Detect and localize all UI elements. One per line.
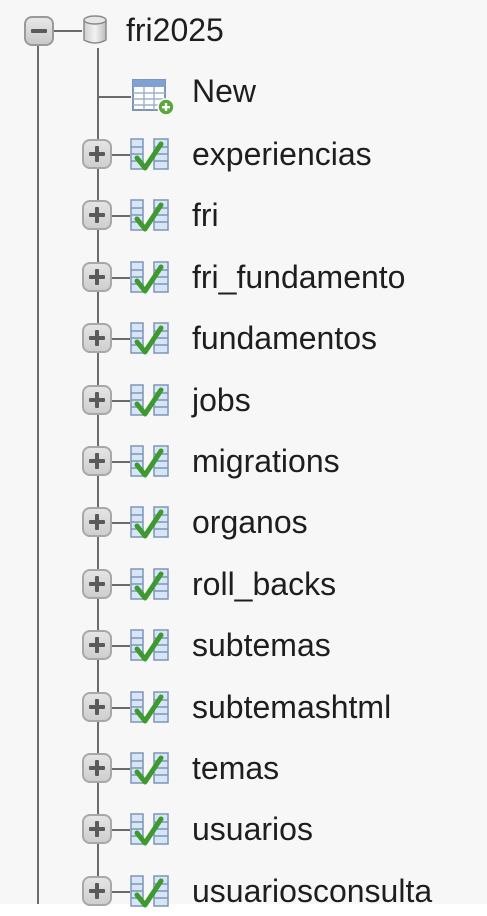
table-icon [130,813,169,846]
navigation-tree-panel: fri2025 New experiencias fri fri_fundament… [0,0,487,909]
tree-line [37,42,39,904]
table-icon [130,568,169,601]
new-table-icon [132,79,175,116]
table-name[interactable]: fri [192,197,219,234]
expand-toggle-icon[interactable] [82,323,112,353]
expand-toggle-icon[interactable] [82,507,112,537]
table-icon [130,138,169,171]
database-name[interactable]: fri2025 [126,12,224,49]
expand-toggle-icon[interactable] [82,262,112,292]
new-table-label[interactable]: New [192,73,256,110]
table-name[interactable]: organos [192,504,308,541]
table-name[interactable]: fundamentos [192,320,377,357]
database-icon [83,15,107,44]
expand-toggle-icon[interactable] [82,692,112,722]
table-name[interactable]: roll_backs [192,566,336,603]
table-icon [130,261,169,294]
expand-toggle-icon[interactable] [82,139,112,169]
table-name[interactable]: temas [192,750,279,787]
table-icon [130,445,169,478]
expand-toggle-icon[interactable] [82,200,112,230]
expand-toggle-icon[interactable] [82,385,112,415]
table-icon [130,199,169,232]
table-name[interactable]: migrations [192,443,340,480]
tree-line [99,96,131,98]
expand-toggle-icon[interactable] [82,569,112,599]
table-icon [130,629,169,662]
table-name[interactable]: jobs [192,382,251,419]
table-icon [130,691,169,724]
table-icon [130,506,169,539]
table-name[interactable]: subtemas [192,627,331,664]
table-icon [130,752,169,785]
table-name[interactable]: experiencias [192,136,372,173]
table-name[interactable]: subtemashtml [192,689,391,726]
table-icon [130,384,169,417]
table-name[interactable]: usuarios [192,811,313,848]
table-icon [130,322,169,355]
table-name[interactable]: fri_fundamento [192,259,405,296]
expand-toggle-icon[interactable] [82,753,112,783]
collapse-toggle-icon[interactable] [24,16,54,46]
expand-toggle-icon[interactable] [82,814,112,844]
expand-toggle-icon[interactable] [82,630,112,660]
expand-toggle-icon[interactable] [82,876,112,906]
tree-line [54,30,82,32]
expand-toggle-icon[interactable] [82,446,112,476]
